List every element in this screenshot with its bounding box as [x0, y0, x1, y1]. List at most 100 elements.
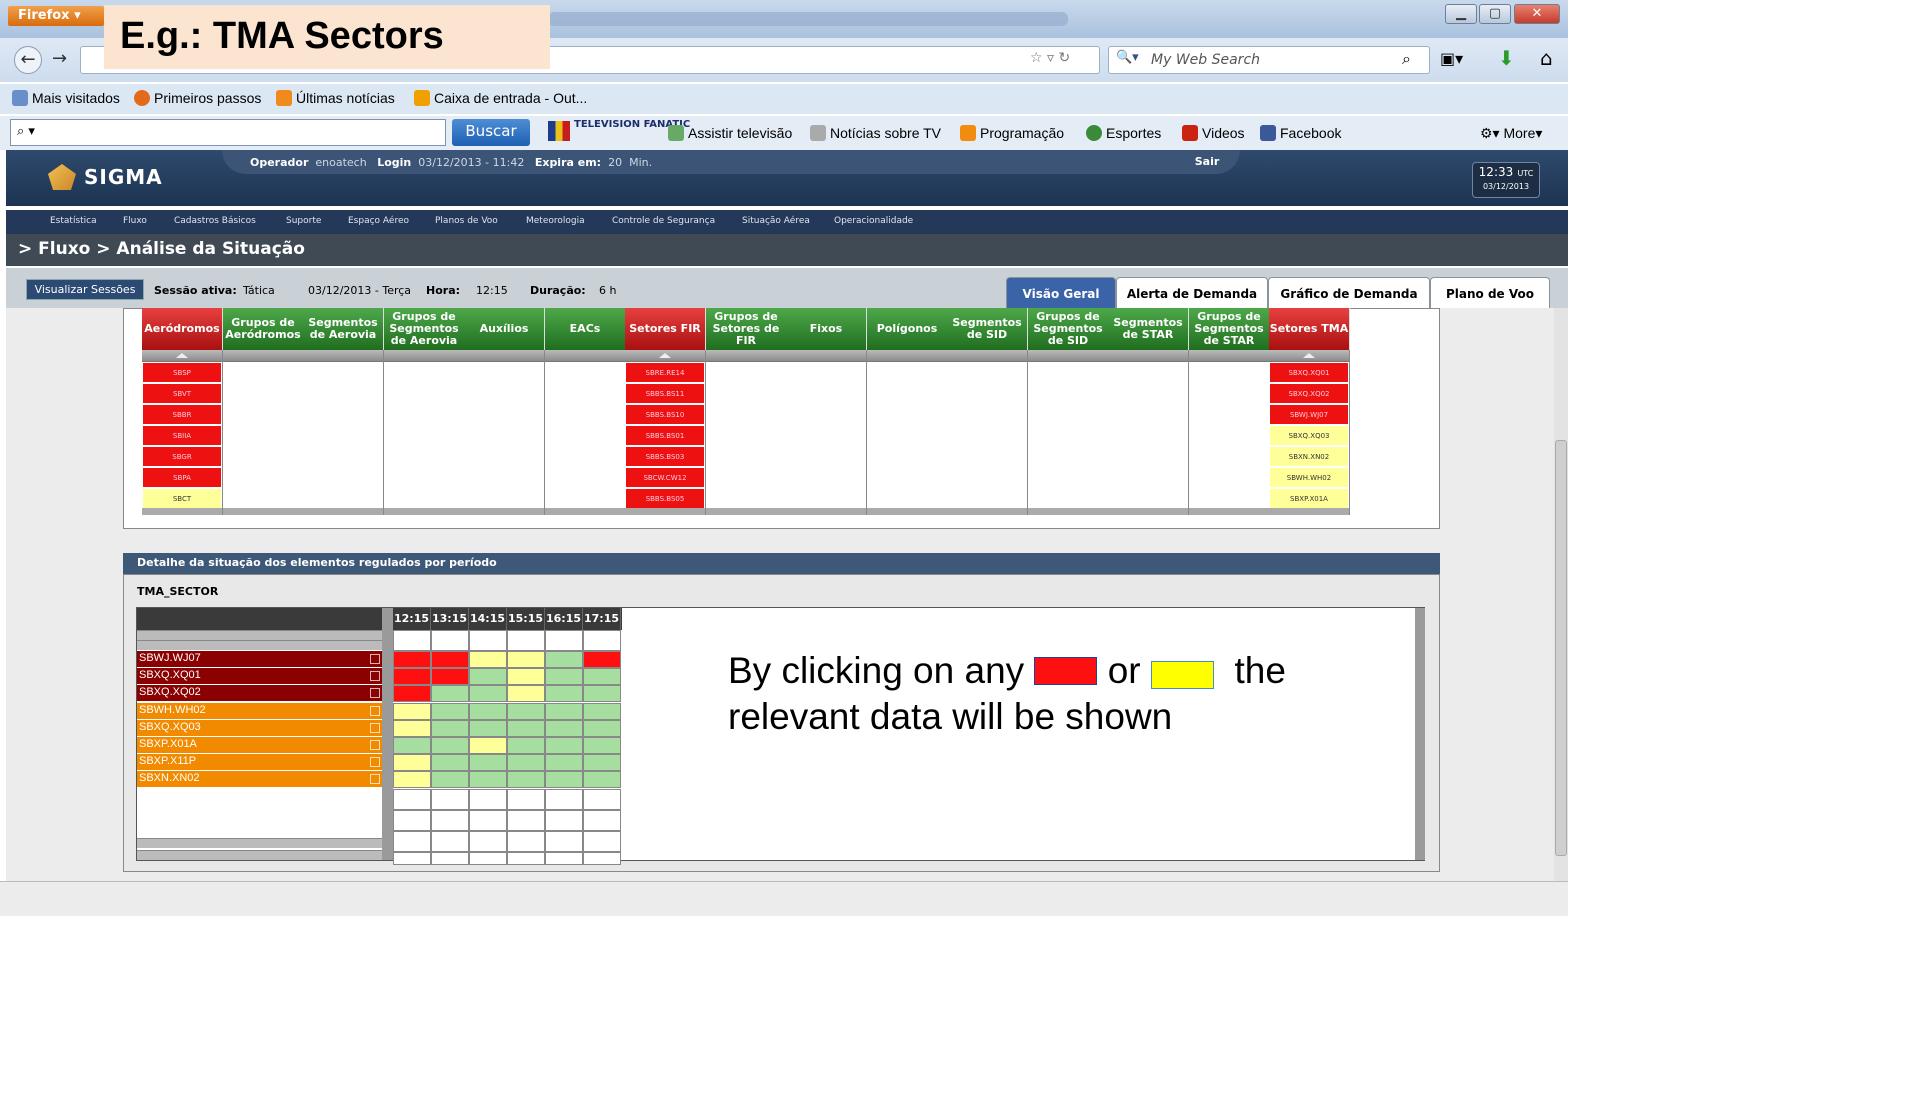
row-checkbox-icon[interactable]	[370, 688, 380, 698]
download-icon[interactable]: ⬇	[1498, 46, 1515, 70]
status-cell[interactable]	[583, 754, 621, 771]
column-header-4[interactable]: Grupos de Segmentos de Aerovia	[384, 308, 465, 350]
element-cell[interactable]: SBRE.RE14	[626, 363, 704, 383]
element-cell[interactable]: SBCW.CW12	[626, 468, 704, 488]
toolbar-link-esportes[interactable]: Esportes	[1086, 125, 1161, 141]
element-cell[interactable]: SBXP.X01A	[1270, 489, 1348, 509]
status-cell[interactable]	[431, 737, 469, 754]
status-cell[interactable]	[545, 651, 583, 668]
bookmark-ultimas-noticias[interactable]: Últimas notícias	[276, 90, 395, 106]
column-header-12[interactable]: Grupos de Segmentos de SID	[1028, 308, 1109, 350]
menu-suporte[interactable]: Suporte	[286, 216, 321, 226]
web-search-input[interactable]: My Web Search	[1108, 46, 1430, 74]
column-header-15[interactable]: Setores TMA	[1269, 308, 1350, 350]
row-checkbox-icon[interactable]	[370, 654, 380, 664]
status-cell[interactable]	[583, 651, 621, 668]
bookmark-star-icon[interactable]: ☆ ▿ ↻	[1030, 50, 1070, 66]
grid-splitter[interactable]	[382, 608, 393, 860]
column-scroll-bar[interactable]	[223, 350, 303, 362]
column-header-9[interactable]: Fixos	[786, 308, 867, 350]
status-cell[interactable]	[507, 651, 545, 668]
column-scroll-bar[interactable]	[947, 350, 1027, 362]
element-cell[interactable]: SBXQ.XQ01	[1270, 363, 1348, 383]
column-scroll-bar[interactable]	[1028, 350, 1108, 362]
back-icon[interactable]: ←	[14, 46, 42, 74]
column-scroll-bar[interactable]	[867, 350, 947, 362]
minimize-button[interactable]: ▁	[1445, 4, 1477, 24]
status-cell[interactable]	[507, 668, 545, 685]
tab-visao-geral[interactable]: Visão Geral	[1006, 277, 1116, 309]
toolbar-link-videos[interactable]: Videos	[1182, 125, 1245, 141]
status-cell[interactable]	[507, 685, 545, 702]
status-cell[interactable]	[583, 737, 621, 754]
column-scroll-bar[interactable]	[303, 350, 383, 362]
row-checkbox-icon[interactable]	[370, 723, 380, 733]
toolbar-link-programacao[interactable]: Programação	[960, 125, 1064, 141]
close-button[interactable]: ✕	[1514, 4, 1560, 24]
column-header-3[interactable]: Segmentos de Aerovia	[303, 308, 384, 350]
column-header-10[interactable]: Polígonos	[867, 308, 948, 350]
row-checkbox-icon[interactable]	[370, 757, 380, 767]
bookmarks-menu-icon[interactable]: ▣▾	[1440, 49, 1463, 68]
firefox-menu-button[interactable]: Firefox ▾	[8, 6, 104, 26]
column-header-8[interactable]: Grupos de Setores de FIR	[706, 308, 787, 350]
status-cell[interactable]	[545, 703, 583, 720]
element-cell[interactable]: SBGR	[143, 447, 221, 467]
toolbar-link-assistir[interactable]: Assistir televisão	[668, 125, 792, 141]
status-cell[interactable]	[583, 771, 621, 788]
menu-operacionalidade[interactable]: Operacionalidade	[834, 216, 913, 226]
status-cell[interactable]	[507, 771, 545, 788]
status-cell[interactable]	[545, 668, 583, 685]
column-scroll-bar[interactable]	[1189, 350, 1269, 362]
search-engine-icon[interactable]: 🔍▾	[1116, 50, 1139, 65]
column-scroll-bar[interactable]	[1269, 350, 1349, 362]
menu-controle-seguranca[interactable]: Controle de Segurança	[612, 216, 715, 226]
column-scroll-bar[interactable]	[1108, 350, 1188, 362]
status-cell[interactable]	[469, 720, 507, 737]
toolbar-more[interactable]: ⚙▾ More▾	[1480, 125, 1542, 142]
toolbar-link-noticias[interactable]: Notícias sobre TV	[810, 125, 941, 141]
tab-plano-voo[interactable]: Plano de Voo	[1430, 277, 1550, 309]
status-cell[interactable]	[469, 685, 507, 702]
element-cell[interactable]: SBXQ.XQ03	[1270, 426, 1348, 446]
status-cell[interactable]	[545, 737, 583, 754]
menu-meteorologia[interactable]: Meteorologia	[526, 216, 585, 226]
column-scroll-bar[interactable]	[706, 350, 786, 362]
status-cell[interactable]	[469, 771, 507, 788]
sector-row[interactable]: SBXQ.XQ02	[137, 685, 382, 702]
sector-row[interactable]: SBXQ.XQ03	[137, 720, 382, 737]
element-cell[interactable]: SBXN.XN02	[1270, 447, 1348, 467]
column-scroll-bar[interactable]	[384, 350, 464, 362]
status-cell[interactable]	[507, 720, 545, 737]
status-cell[interactable]	[393, 737, 431, 754]
maximize-button[interactable]: ▢	[1479, 4, 1511, 24]
column-header-7[interactable]: Setores FIR	[625, 308, 706, 350]
element-cell[interactable]: SBIIA	[143, 426, 221, 446]
status-cell[interactable]	[545, 754, 583, 771]
scrollbar-thumb[interactable]	[1555, 440, 1567, 856]
home-icon[interactable]: ⌂	[1540, 46, 1553, 70]
status-cell[interactable]	[469, 703, 507, 720]
column-header-6[interactable]: EACs	[545, 308, 626, 350]
element-cell[interactable]: SBBS.BS01	[626, 426, 704, 446]
column-header-1[interactable]: Aeródromos	[142, 308, 223, 350]
visualizar-sessoes-button[interactable]: Visualizar Sessões	[26, 279, 144, 300]
element-cell[interactable]: SBCT	[143, 489, 221, 509]
status-cell[interactable]	[583, 720, 621, 737]
status-cell[interactable]	[393, 668, 431, 685]
column-scroll-bar[interactable]	[464, 350, 544, 362]
status-cell[interactable]	[393, 754, 431, 771]
column-scroll-bar[interactable]	[545, 350, 625, 362]
menu-fluxo[interactable]: Fluxo	[123, 216, 147, 226]
element-cell[interactable]: SBVT	[143, 384, 221, 404]
status-cell[interactable]	[469, 651, 507, 668]
status-cell[interactable]	[545, 771, 583, 788]
status-cell[interactable]	[583, 703, 621, 720]
status-cell[interactable]	[469, 668, 507, 685]
buscar-button[interactable]: Buscar	[452, 119, 530, 146]
row-checkbox-icon[interactable]	[370, 706, 380, 716]
status-cell[interactable]	[507, 754, 545, 771]
column-header-5[interactable]: Auxílios	[464, 308, 545, 350]
status-cell[interactable]	[431, 685, 469, 702]
column-scroll-bar[interactable]	[625, 350, 705, 362]
